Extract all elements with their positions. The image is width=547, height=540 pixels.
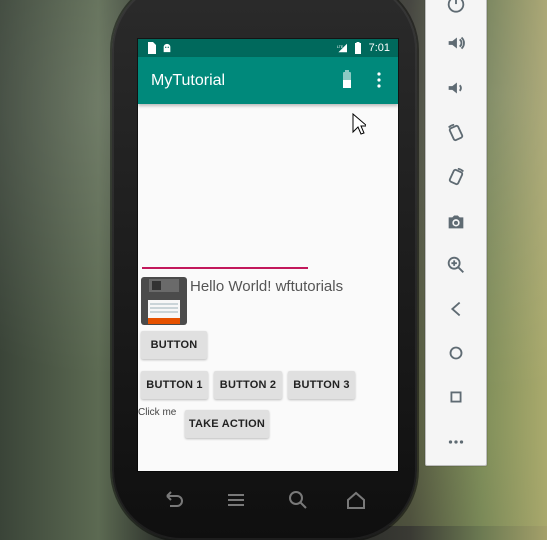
rotate-left-icon[interactable]	[442, 119, 470, 147]
volume-down-icon[interactable]	[442, 74, 470, 102]
battery-action-svg	[343, 70, 351, 88]
back-icon[interactable]	[162, 488, 186, 512]
search-icon[interactable]	[286, 488, 310, 512]
click-me-text: Click me	[138, 407, 177, 418]
phone-navigation	[138, 488, 398, 512]
status-bar: LTE 7:01	[138, 39, 398, 57]
back-icon[interactable]	[442, 295, 470, 323]
overflow-dots-svg	[377, 72, 381, 88]
home-icon[interactable]	[344, 488, 368, 512]
home-icon[interactable]	[442, 339, 470, 367]
status-left-icons	[146, 42, 172, 54]
floppy-disk-icon	[141, 277, 187, 325]
button-2[interactable]: BUTTON 2	[214, 371, 282, 399]
device-screen: LTE 7:01 MyTutorial Hello World! wftutor…	[138, 39, 398, 471]
volume-up-icon[interactable]	[442, 29, 470, 57]
main-button[interactable]: BUTTON	[141, 331, 207, 359]
more-icon[interactable]	[442, 428, 470, 456]
take-action-button[interactable]: TAKE ACTION	[185, 410, 269, 438]
android-icon	[163, 43, 171, 53]
hello-text: Hello World! wftutorials	[190, 278, 344, 295]
button-3[interactable]: BUTTON 3	[288, 371, 355, 399]
button-1[interactable]: BUTTON 1	[141, 371, 208, 399]
content-area: Hello World! wftutorials BUTTON BUTTON 1…	[138, 104, 398, 471]
emulator-toolbar	[425, 0, 487, 466]
battery-icon	[354, 42, 361, 54]
menu-icon[interactable]	[224, 488, 248, 512]
rotate-right-icon[interactable]	[442, 163, 470, 191]
power-icon[interactable]	[442, 0, 470, 19]
app-bar: MyTutorial	[138, 57, 398, 135]
divider-line	[142, 267, 308, 269]
status-right-icons: LTE 7:01	[337, 41, 390, 55]
sim-card-icon	[148, 42, 156, 54]
overflow-menu-icon[interactable]	[370, 69, 388, 91]
camera-icon[interactable]	[442, 207, 470, 235]
lte-signal-icon: LTE	[337, 43, 347, 53]
zoom-icon[interactable]	[442, 251, 470, 279]
status-time: 7:01	[368, 42, 390, 54]
overview-icon[interactable]	[442, 383, 470, 411]
battery-action-icon[interactable]	[338, 69, 356, 91]
app-title: MyTutorial	[151, 72, 226, 89]
